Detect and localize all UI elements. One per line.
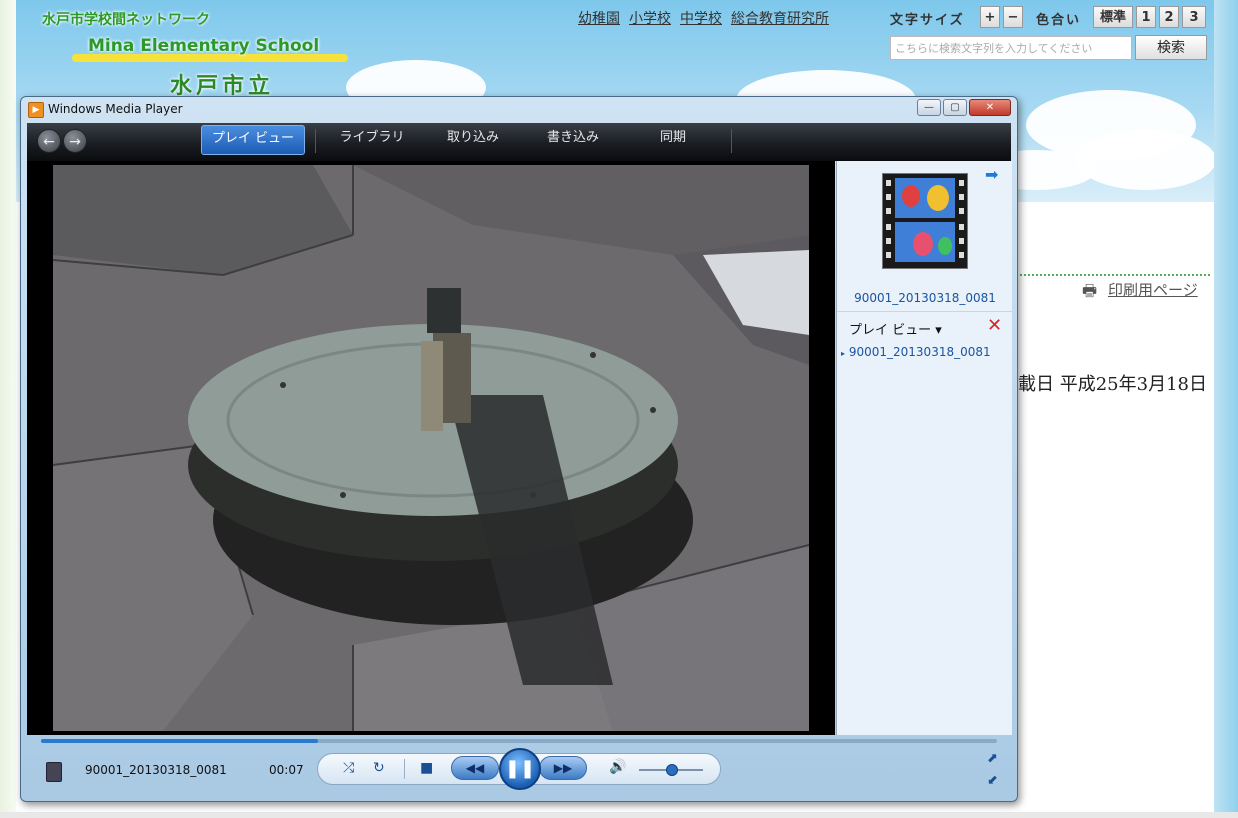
seek-bar-progress xyxy=(41,739,319,743)
playback-controls: 90001_20130318_0081 00:07 ⤮ ↻ ■ ◀◀ ▶▶ ❚❚… xyxy=(21,745,1017,801)
video-frame xyxy=(53,165,809,731)
left-border xyxy=(0,0,16,818)
color-3-button[interactable]: 3 xyxy=(1182,6,1206,28)
network-name[interactable]: 水戸市学校間ネットワーク xyxy=(42,9,210,29)
speaker-icon[interactable]: 🔊 xyxy=(609,759,626,775)
color-1-button[interactable]: 1 xyxy=(1136,6,1156,28)
album-art-thumbnail[interactable] xyxy=(882,173,968,269)
search-input[interactable]: こちらに検索文字列を入力してください xyxy=(890,36,1132,60)
volume-knob[interactable] xyxy=(666,764,678,776)
tab-rip[interactable]: 取り込み xyxy=(431,123,515,161)
section-divider xyxy=(1016,274,1210,276)
color-label: 色合い xyxy=(1036,13,1082,28)
top-nav-links: 幼稚園 小学校 中学校 総合教育研究所 xyxy=(578,8,838,28)
playlist-item[interactable]: ▸ 90001_20130318_0081 xyxy=(841,345,991,359)
chevron-down-icon: ▾ xyxy=(935,323,942,338)
now-playing-file-name: 90001_20130318_0081 xyxy=(854,291,996,305)
playlist-pane: ➡ 90001_20130318_0081 プレイ ビュー ▾ ✕ ▸ 9000… xyxy=(836,161,1013,735)
switch-to-now-playing-icon[interactable]: ⬈ xyxy=(987,751,998,766)
playlist-item-label: 90001_20130318_0081 xyxy=(848,345,991,359)
bottom-edge xyxy=(0,812,1238,818)
stop-icon[interactable]: ■ xyxy=(420,760,433,776)
arrow-right-icon[interactable]: ➡ xyxy=(985,165,998,184)
color-2-button[interactable]: 2 xyxy=(1159,6,1179,28)
link-junior-high[interactable]: 中学校 xyxy=(680,11,722,27)
tab-separator xyxy=(731,129,732,153)
elapsed-time: 00:07 xyxy=(269,763,304,777)
pause-icon[interactable]: ❚❚ xyxy=(499,748,541,790)
title-bar[interactable]: ▶ Windows Media Player — ▢ ✕ xyxy=(21,97,1017,121)
previous-icon[interactable]: ◀◀ xyxy=(451,756,499,780)
play-indicator-icon: ▸ xyxy=(841,349,846,358)
minimize-button[interactable]: — xyxy=(917,99,941,116)
repeat-icon[interactable]: ↻ xyxy=(373,760,385,776)
link-education-institute[interactable]: 総合教育研究所 xyxy=(731,11,829,27)
publish-date: 載日 平成25年3月18日 xyxy=(1018,374,1207,395)
font-size-label: 文字サイズ xyxy=(890,13,965,28)
media-player-icon: ▶ xyxy=(28,102,44,118)
playlist-label: プレイ ビュー xyxy=(849,323,932,338)
media-player-window[interactable]: ▶ Windows Media Player — ▢ ✕ ← → プレイ ビュー… xyxy=(20,96,1018,802)
search-button[interactable]: 検索 xyxy=(1135,35,1207,60)
tab-play-view[interactable]: プレイ ビュー xyxy=(201,125,305,155)
link-kindergarten[interactable]: 幼稚園 xyxy=(578,11,620,27)
font-minus-button[interactable]: − xyxy=(1003,6,1023,28)
forward-arrow-icon[interactable]: → xyxy=(63,129,87,153)
playlist-dropdown[interactable]: プレイ ビュー ▾ xyxy=(849,319,942,338)
compact-mode-icon[interactable]: ⬋ xyxy=(987,773,998,788)
video-area[interactable] xyxy=(27,161,835,735)
control-separator xyxy=(404,759,405,779)
status-file-name: 90001_20130318_0081 xyxy=(85,763,227,777)
link-elementary[interactable]: 小学校 xyxy=(629,11,671,27)
shuffle-icon[interactable]: ⤮ xyxy=(343,760,354,776)
print-page-link[interactable]: 印刷用ページ xyxy=(1108,279,1198,300)
sundial-video-still xyxy=(53,165,809,731)
font-plus-button[interactable]: + xyxy=(980,6,1000,28)
seek-bar[interactable] xyxy=(41,739,997,743)
right-border xyxy=(1214,0,1238,818)
color-standard-button[interactable]: 標準 xyxy=(1093,6,1133,28)
maximize-button[interactable]: ▢ xyxy=(943,99,967,116)
tab-library[interactable]: ライブラリ xyxy=(327,123,417,161)
next-icon[interactable]: ▶▶ xyxy=(539,756,587,780)
printer-icon[interactable]: 🖶 xyxy=(1082,280,1097,307)
tab-separator xyxy=(315,129,316,153)
switch-to-library-icon[interactable] xyxy=(46,762,62,782)
window-title: Windows Media Player xyxy=(48,102,183,116)
tab-sync[interactable]: 同期 xyxy=(633,123,713,161)
tab-burn[interactable]: 書き込み xyxy=(531,123,615,161)
close-button[interactable]: ✕ xyxy=(969,99,1011,116)
player-nav-bar: ← → プレイ ビュー ライブラリ 取り込み 書き込み 同期 xyxy=(27,123,1011,161)
back-arrow-icon[interactable]: ← xyxy=(37,129,61,153)
clear-playlist-icon[interactable]: ✕ xyxy=(987,315,1002,336)
school-name-en[interactable]: Mina Elementary School xyxy=(88,36,319,56)
pane-divider xyxy=(837,311,1013,312)
